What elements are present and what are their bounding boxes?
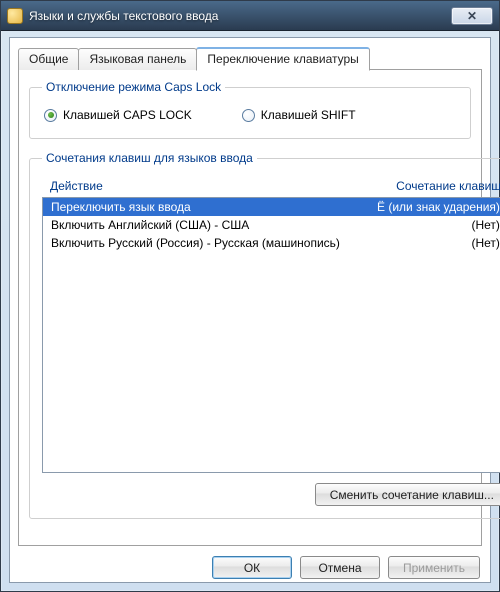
tab-langbar[interactable]: Языковая панель: [78, 48, 197, 70]
cell-action: Переключить язык ввода: [51, 200, 340, 214]
list-row[interactable]: Переключить язык ввода Ё (или знак ударе…: [43, 198, 500, 216]
close-icon: ✕: [467, 9, 477, 23]
change-row: Сменить сочетание клавиш...: [42, 483, 500, 506]
radio-dot-icon: [44, 109, 57, 122]
cancel-button[interactable]: Отмена: [300, 556, 380, 579]
col-combo: Сочетание клавиш: [341, 179, 500, 193]
cell-action: Включить Русский (Россия) - Русская (маш…: [51, 236, 340, 250]
ok-button[interactable]: ОК: [212, 556, 292, 579]
capslock-radios: Клавишей CAPS LOCK Клавишей SHIFT: [42, 104, 458, 126]
tab-body: Отключение режима Caps Lock Клавишей CAP…: [18, 70, 482, 546]
hotkey-listbox[interactable]: Переключить язык ввода Ё (или знак ударе…: [42, 197, 500, 473]
radio-shift[interactable]: Клавишей SHIFT: [242, 108, 356, 122]
window-title: Языки и службы текстового ввода: [29, 9, 451, 23]
cell-combo: (Нет): [340, 236, 500, 250]
cell-combo: (Нет): [340, 218, 500, 232]
cell-combo: Ё (или знак ударения): [340, 200, 500, 214]
dialog-footer: ОК Отмена Применить: [18, 546, 482, 579]
radio-capslock[interactable]: Клавишей CAPS LOCK: [44, 108, 192, 122]
titlebar: Языки и службы текстового ввода ✕: [1, 1, 499, 31]
close-button[interactable]: ✕: [451, 7, 493, 25]
radio-dot-icon: [242, 109, 255, 122]
client-area: Общие Языковая панель Переключение клави…: [9, 37, 491, 583]
capslock-group: Отключение режима Caps Lock Клавишей CAP…: [29, 80, 471, 139]
cell-action: Включить Английский (США) - США: [51, 218, 340, 232]
change-hotkey-button[interactable]: Сменить сочетание клавиш...: [315, 483, 500, 506]
list-row[interactable]: Включить Английский (США) - США (Нет): [43, 216, 500, 234]
hotkeys-legend: Сочетания клавиш для языков ввода: [42, 151, 257, 165]
apply-button[interactable]: Применить: [388, 556, 480, 579]
tab-switch-keyboard[interactable]: Переключение клавиатуры: [196, 47, 369, 71]
list-row[interactable]: Включить Русский (Россия) - Русская (маш…: [43, 234, 500, 252]
tab-strip: Общие Языковая панель Переключение клави…: [18, 46, 482, 70]
tab-general[interactable]: Общие: [18, 48, 79, 70]
radio-capslock-label: Клавишей CAPS LOCK: [63, 108, 192, 122]
dialog-window: Языки и службы текстового ввода ✕ Общие …: [0, 0, 500, 592]
app-icon: [7, 8, 23, 24]
col-action: Действие: [50, 179, 341, 193]
list-header: Действие Сочетание клавиш: [42, 175, 500, 197]
radio-shift-label: Клавишей SHIFT: [261, 108, 356, 122]
capslock-legend: Отключение режима Caps Lock: [42, 80, 225, 94]
hotkeys-group: Сочетания клавиш для языков ввода Действ…: [29, 151, 500, 519]
